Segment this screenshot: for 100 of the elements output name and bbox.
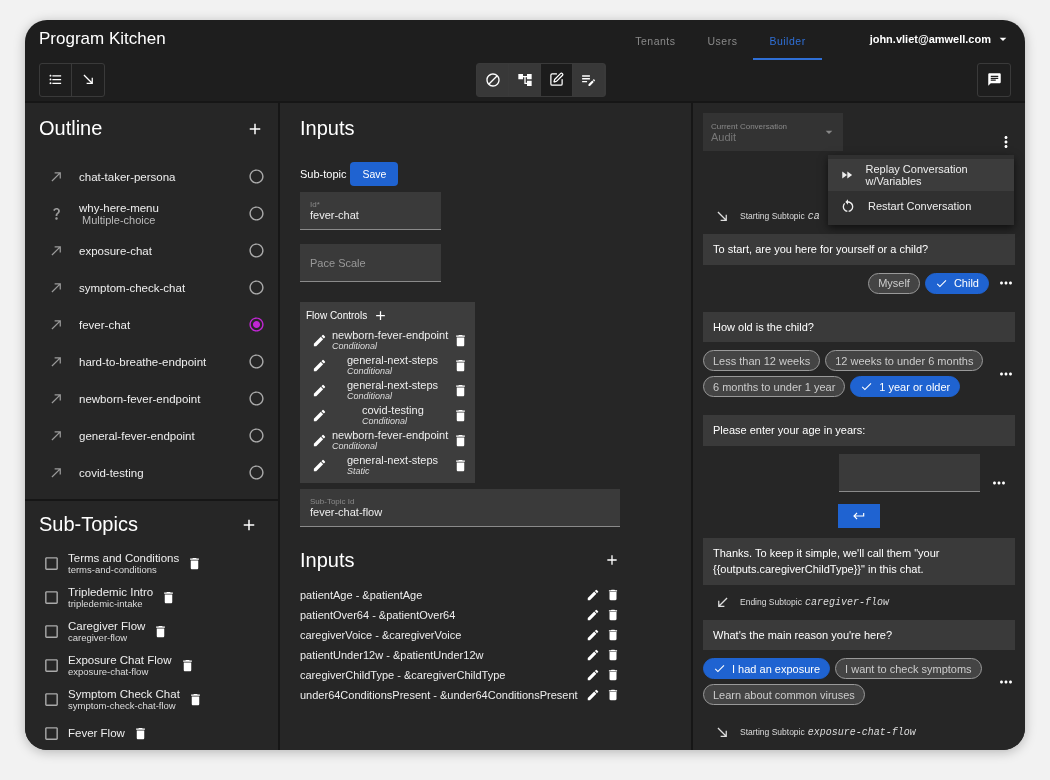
flow-control-name: general-next-steps — [347, 354, 440, 366]
outline-item[interactable]: hard-to-breathe-endpoint — [79, 355, 248, 368]
pencil-icon[interactable] — [312, 457, 327, 473]
pencil-icon[interactable] — [586, 668, 600, 682]
flow-control-name: newborn-fever-endpoint — [332, 329, 450, 341]
checkbox[interactable] — [43, 588, 60, 606]
outline-item[interactable]: general-fever-endpoint — [79, 429, 248, 442]
flow-control-type: Conditional — [347, 391, 393, 401]
outline-item[interactable]: fever-chat — [79, 318, 248, 331]
trash-icon[interactable] — [606, 648, 620, 662]
nav-tab[interactable]: Users — [691, 22, 754, 60]
checkbox[interactable] — [43, 690, 60, 708]
add-icon[interactable] — [604, 552, 620, 568]
nav-tab[interactable]: Builder — [753, 22, 822, 60]
pencil-icon[interactable] — [586, 588, 600, 602]
input-variable: caregiverVoice - &caregiverVoice — [300, 629, 462, 641]
pencil-icon[interactable] — [312, 407, 327, 423]
outline-item[interactable]: exposure-chat — [79, 244, 248, 257]
outline-item[interactable]: newborn-fever-endpoint — [79, 392, 248, 405]
checkbox[interactable] — [43, 724, 60, 742]
pencil-icon[interactable] — [586, 688, 600, 702]
choice-chip[interactable]: 12 weeks to under 6 months — [825, 350, 984, 371]
pencil-icon[interactable] — [586, 648, 600, 662]
subtopic-title: Fever Flow — [68, 727, 125, 739]
outline-item[interactable]: why-here-menu — [79, 201, 248, 214]
subtopic-label: Sub-topic — [300, 168, 347, 180]
nav-tab[interactable]: Tenants — [619, 22, 692, 60]
trash-icon[interactable] — [453, 357, 468, 373]
mode-button[interactable] — [573, 63, 605, 96]
flow-control-name: newborn-fever-endpoint — [332, 429, 450, 441]
bot-message: Please enter your age in years: — [703, 415, 1015, 446]
subtopic-slug: exposure-chat-flow — [68, 665, 150, 677]
id-field[interactable]: Id* fever-chat — [300, 192, 441, 230]
block-icon — [484, 71, 501, 88]
choice-chip[interactable]: Less than 12 weeks — [703, 350, 821, 371]
radio-button[interactable] — [248, 242, 265, 259]
bot-message: How old is the child? — [703, 311, 1015, 342]
pencil-icon[interactable] — [312, 332, 327, 348]
subtopic-id-field[interactable]: Sub-Topic Id fever-chat-flow — [300, 489, 620, 527]
arrow-icon — [49, 428, 64, 443]
user-menu[interactable]: john.vliet@amwell.com — [869, 31, 1011, 47]
outline-item[interactable]: chat-taker-persona — [79, 170, 248, 183]
conversation-select[interactable]: Current Conversation Audit — [703, 113, 843, 151]
choice-chip[interactable]: Myself — [868, 272, 920, 294]
subtopic-slug: symptom-check-chat-flow — [68, 699, 177, 711]
trash-icon[interactable] — [453, 382, 468, 398]
pace-scale-field[interactable]: Pace Scale — [300, 244, 441, 282]
radio-button[interactable] — [248, 316, 265, 333]
radio-button[interactable] — [248, 205, 265, 222]
trash-icon[interactable] — [453, 407, 468, 423]
choice-chip[interactable]: 6 months to under 1 year — [703, 376, 846, 397]
pencil-icon[interactable] — [312, 382, 327, 398]
arrow-icon — [715, 209, 730, 224]
choice-chip[interactable]: I want to check symptoms — [835, 658, 982, 679]
pencil-icon[interactable] — [586, 628, 600, 642]
input-variable: patientAge - &patientAge — [300, 589, 423, 601]
flow-control-type: Conditional — [347, 366, 393, 376]
outline-heading: Outline — [39, 117, 103, 140]
answer-field[interactable] — [839, 453, 980, 492]
outline-item[interactable]: symptom-check-chat — [79, 281, 248, 294]
pencil-icon[interactable] — [312, 432, 327, 448]
chat-icon — [986, 72, 1002, 87]
pencil-icon[interactable] — [586, 608, 600, 622]
save-button[interactable]: Save — [350, 162, 399, 186]
radio-button[interactable] — [248, 279, 265, 296]
mode-button[interactable] — [477, 63, 509, 96]
checkbox[interactable] — [43, 554, 60, 572]
radio-button[interactable] — [248, 390, 265, 407]
trash-icon[interactable] — [606, 628, 620, 642]
subtopic-title: Terms and Conditions — [68, 551, 180, 564]
radio-button[interactable] — [248, 168, 265, 185]
choice-chip[interactable]: 1 year or older — [850, 376, 961, 397]
mode-button[interactable] — [509, 63, 541, 96]
inputs-heading: Inputs — [300, 548, 355, 572]
subtopic-slug: caregiver-flow — [68, 631, 129, 643]
radio-button[interactable] — [248, 464, 265, 481]
menu-item[interactable]: Restart Conversation — [828, 191, 1014, 221]
flow-control-name: general-next-steps — [347, 379, 440, 391]
choice-chip[interactable]: I had an exposure — [703, 658, 831, 679]
pencil-icon[interactable] — [312, 357, 327, 373]
radio-button[interactable] — [248, 353, 265, 370]
choice-chip[interactable]: Child — [924, 272, 989, 294]
trash-icon[interactable] — [453, 432, 468, 448]
arrow-icon — [49, 354, 64, 369]
flow-control-type: Conditional — [332, 441, 378, 451]
choice-chip[interactable]: Learn about common viruses — [703, 684, 865, 705]
trash-icon[interactable] — [606, 668, 620, 682]
outline-item[interactable]: covid-testing — [79, 466, 248, 479]
send-button[interactable] — [838, 503, 880, 528]
radio-button[interactable] — [248, 427, 265, 444]
checkbox[interactable] — [43, 656, 60, 674]
trash-icon[interactable] — [453, 332, 468, 348]
trash-icon[interactable] — [453, 457, 468, 473]
bot-message: What's the main reason you're here? — [703, 619, 1015, 650]
trash-icon[interactable] — [606, 688, 620, 702]
checkbox[interactable] — [43, 622, 60, 640]
bot-message: Thanks. To keep it simple, we'll call them "your {{outputs.caregiverChildType}}" in this chat. — [703, 537, 1015, 585]
trash-icon[interactable] — [606, 588, 620, 602]
trash-icon[interactable] — [606, 608, 620, 622]
menu-item[interactable]: Replay Conversation w/Variables — [828, 159, 1014, 191]
